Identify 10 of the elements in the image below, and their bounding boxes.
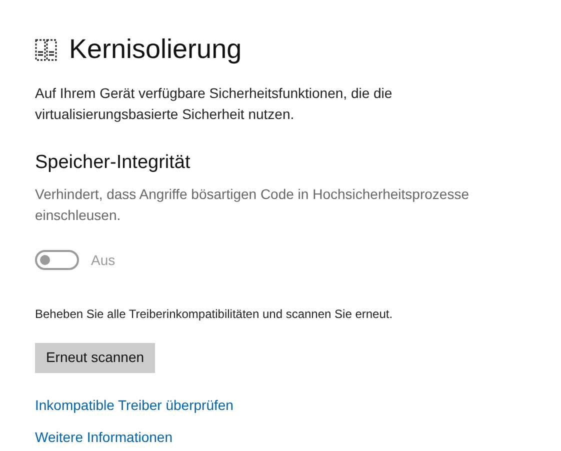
section-title: Speicher-Integrität	[35, 151, 192, 175]
toggle-label: Aus	[91, 250, 116, 270]
page-title: Kernisolierung	[69, 36, 242, 63]
info-link[interactable]: Weitere Informationen	[35, 426, 172, 448]
rescan-button[interactable]: Erneut scannen	[35, 342, 155, 372]
section-description: Verhindert, dass Angriffe bösartigen Code in Hochsicherheitsprozesse einschleusen.	[35, 184, 470, 224]
notice-text: Beheben Sie alle Treiberinkompatibilitäten und scannen Sie erneut.	[35, 306, 394, 322]
page-description: Auf Ihrem Gerät verfügbare Sicherheitsfunktionen, die die virtualisierungsbasierte Sicherheit nutzen.	[35, 84, 394, 124]
core-isolation-icon	[35, 38, 57, 60]
info-link[interactable]: Inkompatible Treiber überprüfen	[35, 394, 234, 416]
